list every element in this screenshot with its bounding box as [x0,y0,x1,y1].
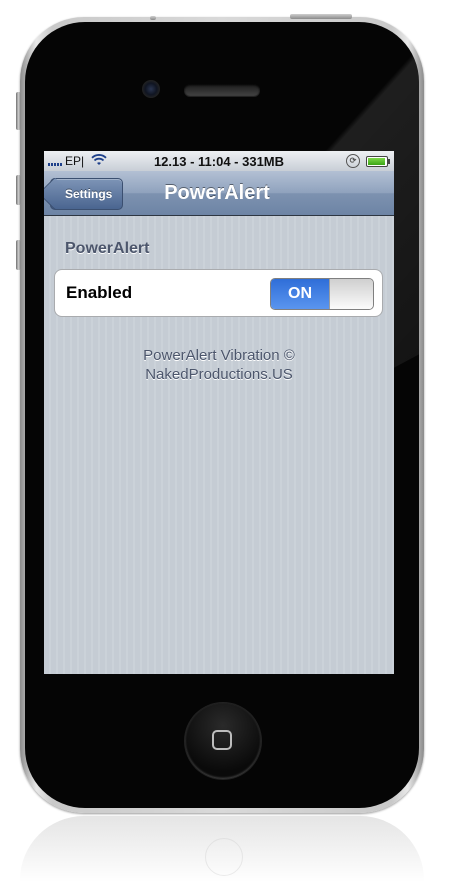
top-edge-mark [150,16,156,20]
home-button[interactable] [185,703,261,779]
status-bar: EP| 12.13 - 11:04 - 331MB ⟳ [44,151,394,171]
sleep-button [290,14,352,19]
footer-credit: PowerAlert Vibration © NakedProductions.… [44,346,394,384]
rotation-lock-icon: ⟳ [346,154,360,168]
back-button-label: Settings [65,187,113,201]
home-square-icon [212,730,232,750]
screen: EP| 12.13 - 11:04 - 331MB ⟳ Settings Pow… [44,151,394,674]
front-camera-icon [142,80,160,98]
battery-fill [368,157,385,165]
toggle-on-label: ON [271,279,329,309]
enabled-label: Enabled [66,283,133,302]
status-center-text: 12.13 - 11:04 - 331MB [153,153,285,169]
footer-line-1: PowerAlert Vibration © [143,347,295,364]
navigation-bar: Settings PowerAlert [44,171,394,216]
settings-content: PowerAlert Enabled ON PowerAlert Vibrati… [44,216,394,674]
footer-line-2: NakedProductions.US [145,366,293,383]
status-right: ⟳ [346,154,390,168]
mute-switch [16,92,21,130]
volume-up-button [16,175,21,205]
enabled-toggle[interactable]: ON [270,278,374,310]
battery-icon [366,155,390,167]
earpiece-speaker [184,84,260,96]
reflection-home-button [205,838,243,876]
toggle-knob[interactable] [329,279,373,309]
section-header: PowerAlert [65,240,150,257]
settings-group: Enabled ON [54,269,383,317]
volume-down-button [16,240,21,270]
